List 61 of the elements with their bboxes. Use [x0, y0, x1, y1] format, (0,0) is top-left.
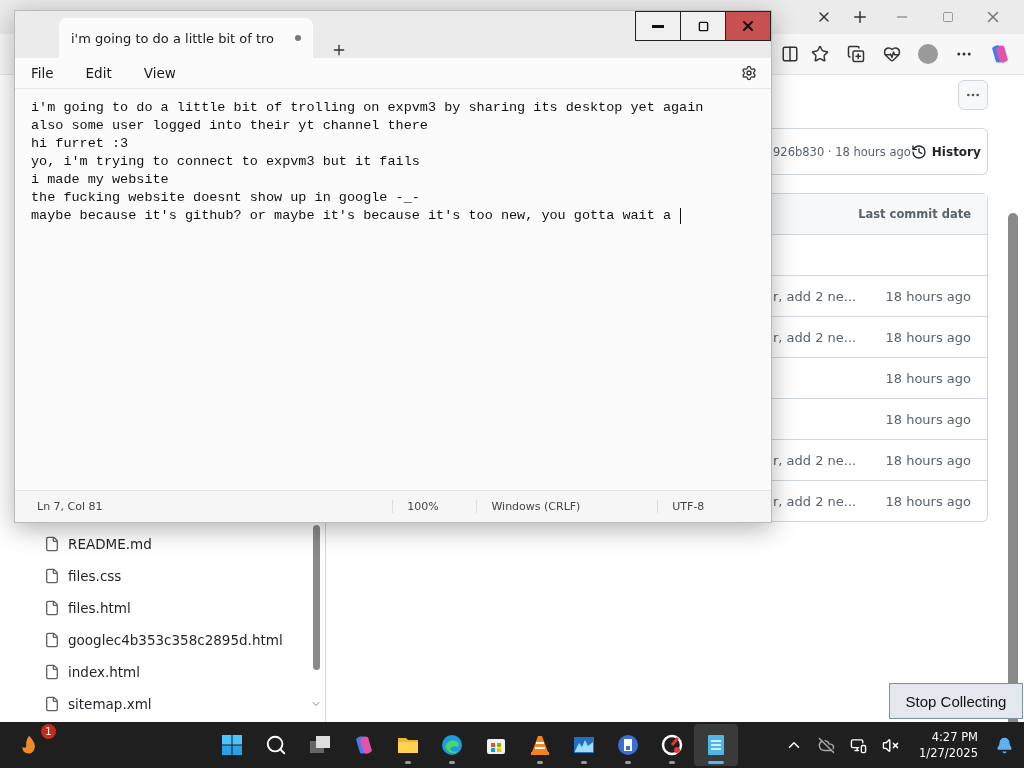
commit-message[interactable]: r, add 2 ne...	[773, 452, 857, 468]
text-line: yo, i'm trying to connect to expvm3 but it fails	[31, 153, 420, 171]
commit-date: 18 hours ago	[885, 411, 971, 427]
taskbar-app[interactable]	[694, 724, 738, 766]
search-icon	[265, 734, 287, 756]
close-icon	[740, 18, 756, 34]
maximize-button[interactable]	[680, 11, 726, 41]
commit-date: 18 hours ago	[885, 493, 971, 509]
text-line: i made my website	[31, 171, 169, 189]
clock[interactable]: 4:27 PM 1/27/2025	[919, 729, 978, 761]
file-icon	[44, 632, 60, 648]
file-icon	[44, 536, 60, 552]
menu-item[interactable]: View	[135, 61, 184, 85]
scrollbar[interactable]	[313, 525, 320, 670]
commit-message[interactable]: r, add 2 ne...	[773, 288, 857, 304]
commit-date: 18 hours ago	[885, 452, 971, 468]
file-name[interactable]: googlec4b353c358c2895d.html	[68, 632, 283, 648]
commit-date: 18 hours ago	[885, 370, 971, 386]
minimize-button[interactable]	[635, 11, 681, 41]
file-icon	[44, 696, 60, 712]
file-name[interactable]: README.md	[68, 536, 152, 552]
text-line: maybe because it's github? or maybe it's because it's too new, you gotta wait a	[31, 207, 671, 225]
line-ending[interactable]: Windows (CRLF)	[491, 500, 581, 513]
cursor-position: Ln 7, Col 81	[37, 500, 103, 513]
file-name[interactable]: index.html	[68, 664, 140, 680]
zoom-level[interactable]: 100%	[407, 500, 439, 513]
encoding[interactable]: UTF-8	[672, 500, 705, 513]
traffic-cone-icon	[528, 733, 552, 757]
menu-item[interactable]: File	[23, 61, 62, 85]
wave-circle-icon	[440, 733, 464, 757]
document-tab[interactable]: i'm going to do a little bit of tro	[59, 18, 313, 58]
commit-message[interactable]: r, add 2 ne...	[773, 329, 857, 345]
file-icon	[44, 664, 60, 680]
text-line: the fucking website doesnt show up in google -_-	[31, 189, 420, 207]
file-name[interactable]: sitemap.xml	[68, 696, 152, 712]
commit-date: 18 hours ago	[885, 329, 971, 345]
commit-info: 926b830 · 18 hours ago	[773, 144, 911, 159]
text-line: hi furret :3	[31, 135, 129, 153]
save-disk-icon	[616, 733, 640, 757]
windows-logo-icon	[220, 733, 244, 757]
commit-message[interactable]: r, add 2 ne...	[773, 493, 857, 509]
scrollbar[interactable]	[1008, 213, 1018, 722]
column-header: Last commit date	[771, 194, 987, 235]
stop-collecting-button[interactable]: Stop Collecting	[889, 683, 1023, 719]
notification-badge: 1	[41, 724, 56, 739]
file-icon	[44, 568, 60, 584]
file-name[interactable]: files.css	[68, 568, 122, 584]
history-icon	[910, 143, 927, 160]
text-line: i'm going to do a little bit of trolling on expvm3 by sharing its desktop yet again	[31, 99, 704, 117]
avatar-icon[interactable]	[918, 44, 938, 64]
minimize-icon	[652, 24, 664, 28]
maximize-icon	[697, 20, 709, 32]
history-button[interactable]: History	[910, 143, 981, 160]
text-line: also some user logged into their yt channel there	[31, 117, 428, 135]
text-cursor	[680, 208, 681, 224]
gauge-icon	[660, 733, 684, 757]
commit-date: 18 hours ago	[885, 288, 971, 304]
close-button[interactable]	[725, 11, 771, 41]
menu-item[interactable]: Edit	[77, 61, 120, 85]
file-icon	[44, 600, 60, 616]
file-name[interactable]: files.html	[68, 600, 131, 616]
